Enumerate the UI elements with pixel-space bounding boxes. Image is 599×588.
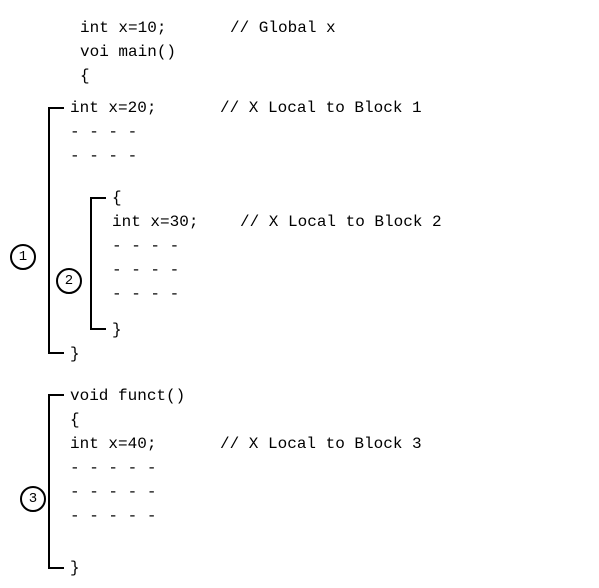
code-line: { [70, 412, 80, 428]
code-line: int x=30; [112, 214, 198, 230]
code-comment: // X Local to Block 3 [220, 436, 422, 452]
code-comment: // Global x [230, 20, 336, 36]
code-line: int x=10; [80, 20, 166, 36]
code-line: - - - - [112, 238, 179, 254]
bracket-block-2 [90, 197, 92, 330]
code-line: } [70, 560, 80, 576]
bracket-block-1 [48, 107, 50, 354]
code-line: int x=20; [70, 100, 156, 116]
label-block-3: 3 [20, 486, 46, 512]
code-line: } [70, 346, 80, 362]
code-line: - - - - [70, 124, 137, 140]
label-block-1: 1 [10, 244, 36, 270]
code-line: } [112, 322, 122, 338]
code-line: { [112, 190, 122, 206]
code-line: - - - - - [70, 460, 156, 476]
code-line: int x=40; [70, 436, 156, 452]
code-line: void funct() [70, 388, 185, 404]
code-comment: // X Local to Block 1 [220, 100, 422, 116]
code-line: - - - - - [70, 484, 156, 500]
label-block-2: 2 [56, 268, 82, 294]
bracket-block-3 [48, 394, 50, 569]
code-line: { [80, 68, 90, 84]
code-comment: // X Local to Block 2 [240, 214, 442, 230]
code-line: - - - - - [70, 508, 156, 524]
code-line: - - - - [70, 148, 137, 164]
code-line: voi main() [80, 44, 176, 60]
code-line: - - - - [112, 262, 179, 278]
scope-diagram: 1 2 3 int x=10; // Global x voi main() {… [0, 0, 599, 588]
code-line: - - - - [112, 286, 179, 302]
